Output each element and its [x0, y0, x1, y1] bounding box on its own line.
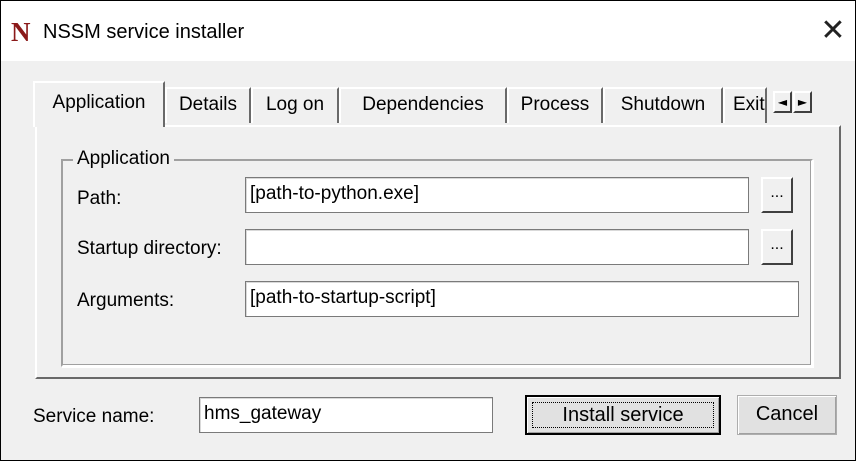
tab-scroll-left-icon[interactable]: ◄ [773, 91, 792, 113]
startup-directory-label: Startup directory: [77, 238, 222, 259]
install-service-label: Install service [532, 402, 714, 428]
close-icon[interactable]: ✕ [815, 11, 851, 51]
nssm-app-icon: N [11, 17, 31, 47]
path-field[interactable]: [path-to-python.exe] [245, 177, 749, 213]
tab-shutdown[interactable]: Shutdown [603, 87, 723, 123]
cancel-button[interactable]: Cancel [737, 395, 837, 435]
tab-scroll-right-icon[interactable]: ► [793, 91, 812, 113]
tab-log-on[interactable]: Log on [251, 87, 339, 123]
install-service-button[interactable]: Install service [525, 395, 721, 435]
service-name-field[interactable]: hms_gateway [199, 397, 493, 433]
path-label: Path: [77, 188, 122, 209]
startup-directory-field[interactable] [245, 229, 749, 265]
tab-process[interactable]: Process [507, 87, 603, 123]
application-group-legend: Application [73, 147, 174, 171]
path-browse-button[interactable]: ... [761, 177, 793, 213]
nssm-installer-window: N NSSM service installer ✕ Application D… [0, 0, 856, 461]
startup-directory-browse-button[interactable]: ... [761, 229, 793, 265]
tab-dependencies[interactable]: Dependencies [339, 87, 507, 123]
tab-exit[interactable]: Exit [723, 87, 767, 123]
arguments-label: Arguments: [77, 290, 175, 311]
window-title: NSSM service installer [43, 21, 245, 43]
arguments-field[interactable]: [path-to-startup-script] [245, 281, 799, 317]
title-bar[interactable]: N NSSM service installer ✕ [1, 1, 855, 61]
tab-details[interactable]: Details [165, 87, 251, 123]
tab-application[interactable]: Application [33, 81, 165, 127]
service-name-label: Service name: [33, 406, 155, 427]
